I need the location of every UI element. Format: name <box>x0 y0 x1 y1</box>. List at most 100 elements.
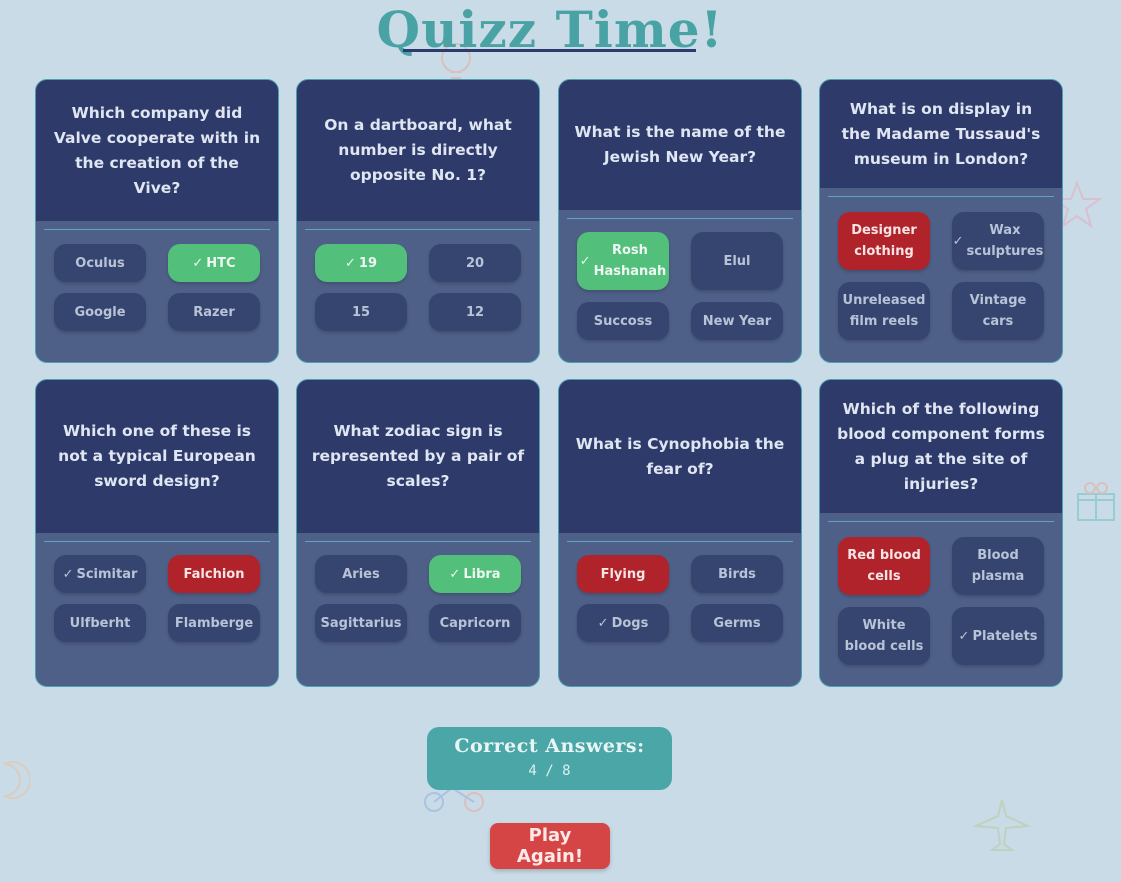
answer-option-button[interactable]: Succoss <box>577 302 669 340</box>
answer-option-button[interactable]: Falchion <box>168 555 260 593</box>
question-text: What zodiac sign is represented by a pai… <box>297 380 539 533</box>
check-icon: ✓ <box>345 255 356 271</box>
answer-option-button[interactable]: Elul <box>691 232 783 290</box>
answer-option-label: Blood plasma <box>971 548 1025 584</box>
answer-option-label: Vintage cars <box>969 293 1027 329</box>
answer-option-button[interactable]: Capricorn <box>429 604 521 642</box>
score-value: 4 / 8 <box>528 763 571 779</box>
answer-option-label: Wax sculptures <box>966 223 1044 259</box>
quiz-card: What is the name of the Jewish New Year?… <box>558 79 802 363</box>
answer-option-button[interactable]: Flying <box>577 555 669 593</box>
answer-option-button[interactable]: Unreleased film reels <box>838 282 930 340</box>
answer-option-button[interactable]: ✓ Rosh Hashanah <box>577 232 669 290</box>
check-icon: ✓ <box>579 253 591 269</box>
card-divider <box>567 218 793 219</box>
answer-option-button[interactable]: Red blood cells <box>838 537 930 595</box>
score-title: Correct Answers: <box>454 735 645 757</box>
card-divider <box>305 229 531 230</box>
answer-option-button[interactable]: 12 <box>429 293 521 331</box>
answer-option-button[interactable]: ✓ 19 <box>315 244 407 282</box>
answer-option-label: Aries <box>342 566 380 582</box>
quiz-card: Which company did Valve cooperate with i… <box>35 79 279 363</box>
answer-option-label: Scimitar <box>76 566 138 582</box>
answer-option-label: Dogs <box>611 615 649 631</box>
answer-option-label: Ulfberht <box>69 615 131 631</box>
answer-option-label: Oculus <box>75 255 125 271</box>
card-divider <box>44 541 270 542</box>
quiz-card: What is on display in the Madame Tussaud… <box>819 79 1063 363</box>
answer-option-button[interactable]: 15 <box>315 293 407 331</box>
answer-option-label: 20 <box>465 255 485 271</box>
answer-option-button[interactable]: Birds <box>691 555 783 593</box>
check-icon: ✓ <box>952 233 964 249</box>
answer-option-label: Red blood cells <box>847 548 921 584</box>
check-icon: ✓ <box>958 628 970 644</box>
answer-option-label: Germs <box>713 615 761 631</box>
answer-option-label: Birds <box>718 566 756 582</box>
answer-option-button[interactable]: ✓ HTC <box>168 244 260 282</box>
check-icon: ✓ <box>62 566 74 582</box>
quiz-card: What zodiac sign is represented by a pai… <box>296 379 540 687</box>
question-text: Which of the following blood component f… <box>820 380 1062 513</box>
answer-option-label: 19 <box>358 255 377 271</box>
check-icon: ✓ <box>192 255 204 271</box>
answer-option-label: New Year <box>702 313 772 329</box>
question-text: On a dartboard, what number is directly … <box>297 80 539 221</box>
answer-option-label: Flamberge <box>174 615 254 631</box>
answer-option-button[interactable]: White blood cells <box>838 607 930 665</box>
quiz-card: What is Cynophobia the fear of? Flying Bir… <box>558 379 802 687</box>
answer-option-label: Flying <box>600 566 646 582</box>
question-text: What is the name of the Jewish New Year? <box>559 80 801 210</box>
answer-option-button[interactable]: Blood plasma <box>952 537 1044 595</box>
answer-option-label: HTC <box>206 255 236 271</box>
answer-option-button[interactable]: Flamberge <box>168 604 260 642</box>
answer-option-button[interactable]: Aries <box>315 555 407 593</box>
answer-option-button[interactable]: Razer <box>168 293 260 331</box>
question-text: What is Cynophobia the fear of? <box>559 380 801 533</box>
score-panel: Correct Answers: 4 / 8 <box>427 727 672 790</box>
card-divider <box>828 196 1054 197</box>
question-text: Which company did Valve cooperate with i… <box>36 80 278 221</box>
answer-option-button[interactable]: Vintage cars <box>952 282 1044 340</box>
title-underline <box>403 49 696 52</box>
card-divider <box>567 541 793 542</box>
answer-option-button[interactable]: ✓ Wax sculptures <box>952 212 1044 270</box>
answer-option-label: Sagittarius <box>320 615 402 631</box>
answer-option-label: 15 <box>351 304 371 320</box>
card-divider <box>44 229 270 230</box>
answer-option-label: Libra <box>463 566 501 582</box>
answer-option-label: Google <box>74 304 126 320</box>
quiz-card: Which one of these is not a typical Euro… <box>35 379 279 687</box>
answer-option-button[interactable]: New Year <box>691 302 783 340</box>
answer-option-label: Unreleased film reels <box>842 293 926 329</box>
answer-option-button[interactable]: Ulfberht <box>54 604 146 642</box>
question-text: What is on display in the Madame Tussaud… <box>820 80 1062 188</box>
answer-option-button[interactable]: ✓ Scimitar <box>54 555 146 593</box>
answer-option-label: Razer <box>193 304 235 320</box>
answer-option-label: Elul <box>723 253 751 269</box>
answer-option-label: Succoss <box>593 313 653 329</box>
answer-option-label: Rosh Hashanah <box>593 243 667 279</box>
answer-option-label: White blood cells <box>844 618 924 654</box>
answer-option-label: Platelets <box>972 628 1038 644</box>
check-icon: ✓ <box>597 615 609 631</box>
answer-option-label: Capricorn <box>439 615 511 631</box>
answer-option-button[interactable]: Designer clothing <box>838 212 930 270</box>
quiz-card: On a dartboard, what number is directly … <box>296 79 540 363</box>
answer-option-label: 12 <box>465 304 485 320</box>
answer-option-button[interactable]: ✓ Libra <box>429 555 521 593</box>
quiz-card: Which of the following blood component f… <box>819 379 1063 687</box>
card-divider <box>828 521 1054 522</box>
answer-option-button[interactable]: Germs <box>691 604 783 642</box>
answer-option-button[interactable]: 20 <box>429 244 521 282</box>
answer-option-button[interactable]: ✓ Dogs <box>577 604 669 642</box>
play-again-button[interactable]: Play Again! <box>490 823 610 869</box>
card-divider <box>305 541 531 542</box>
moon-doodle-icon <box>3 761 30 799</box>
gift-doodle-icon <box>1077 482 1115 521</box>
answer-option-button[interactable]: Oculus <box>54 244 146 282</box>
answer-option-button[interactable]: Google <box>54 293 146 331</box>
answer-option-label: Designer clothing <box>851 223 917 259</box>
answer-option-button[interactable]: ✓ Platelets <box>952 607 1044 665</box>
answer-option-button[interactable]: Sagittarius <box>315 604 407 642</box>
